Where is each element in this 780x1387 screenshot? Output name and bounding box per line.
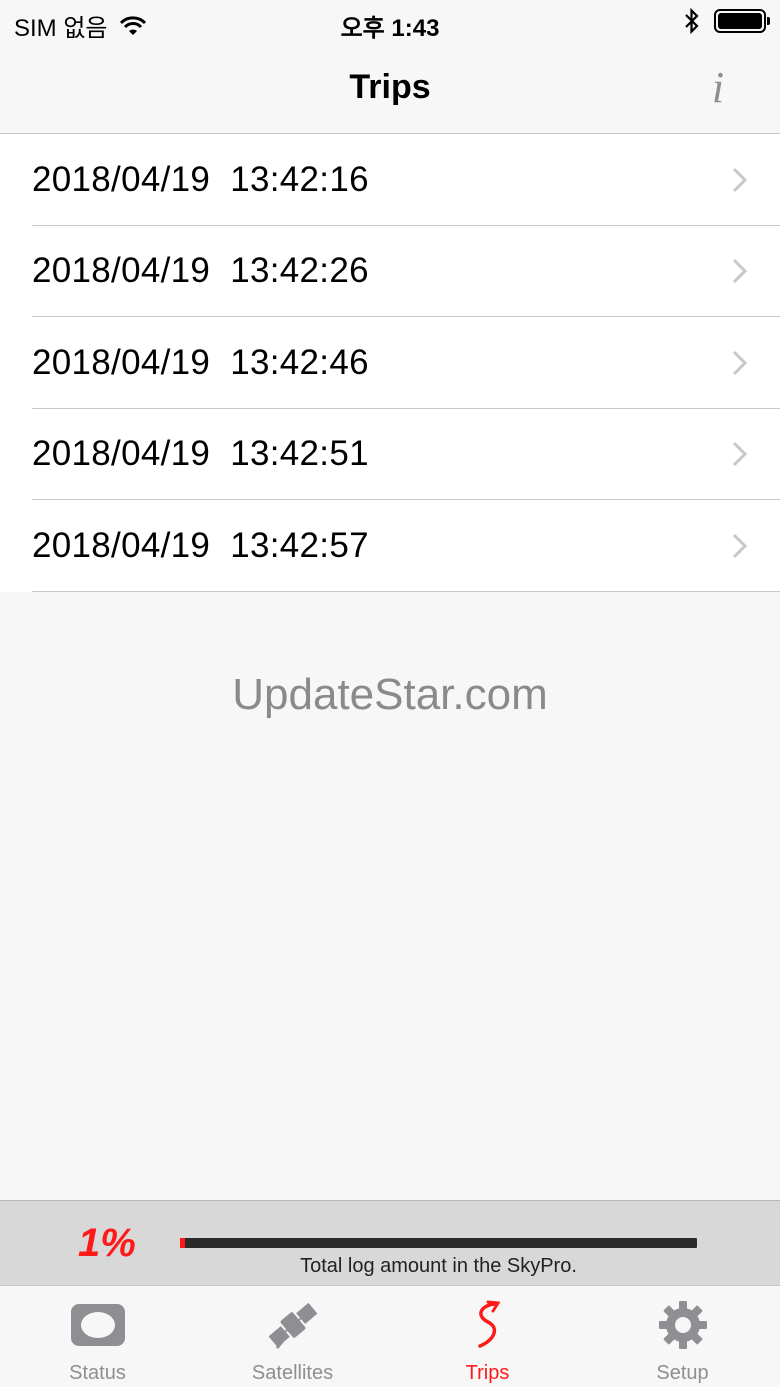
trip-label: 2018/04/19 13:42:16 [32, 159, 369, 199]
gear-icon [658, 1301, 707, 1349]
chevron-right-icon [732, 350, 748, 375]
trip-row[interactable]: 2018/04/19 13:42:46 [0, 317, 780, 409]
tab-label: Trips [465, 1362, 510, 1384]
trip-row[interactable]: 2018/04/19 13:42:51 [0, 409, 780, 501]
trip-row[interactable]: 2018/04/19 13:42:26 [0, 226, 780, 318]
tab-satellites[interactable]: Satellites [195, 1286, 390, 1387]
chevron-right-icon [732, 167, 748, 192]
chevron-right-icon [732, 442, 748, 467]
status-right [684, 8, 770, 34]
status-time: 오후 1:43 [340, 15, 440, 42]
log-panel: 1% Total log amount in the SkyPro. [0, 1200, 780, 1285]
page-title: Trips [349, 68, 431, 106]
trip-label: 2018/04/19 13:42:51 [32, 434, 369, 474]
trip-row[interactable]: 2018/04/19 13:42:16 [0, 134, 780, 226]
tab-bar: Status Satellites Trips Setup [0, 1285, 780, 1387]
tab-label: Status [69, 1362, 126, 1384]
tab-setup[interactable]: Setup [585, 1286, 780, 1387]
tab-status[interactable]: Status [0, 1286, 195, 1387]
bluetooth-icon [685, 8, 699, 34]
trips-icon [477, 1300, 501, 1348]
watermark: UpdateStar.com [232, 670, 548, 719]
status-icon [70, 1304, 125, 1346]
trip-label: 2018/04/19 13:42:26 [32, 251, 369, 291]
status-bar: SIM 없음 오후 1:43 [0, 0, 780, 44]
info-button[interactable]: i [696, 64, 740, 112]
log-progress-fill [180, 1238, 186, 1248]
chevron-right-icon [732, 259, 748, 284]
tab-label: Setup [656, 1362, 709, 1384]
log-percent: 1% [78, 1221, 136, 1265]
trip-label: 2018/04/19 13:42:57 [32, 525, 369, 565]
log-caption: Total log amount in the SkyPro. [300, 1255, 577, 1277]
tab-label: Satellites [251, 1362, 334, 1384]
log-progress-bar [180, 1238, 697, 1248]
trip-row[interactable]: 2018/04/19 13:42:57 [0, 500, 780, 592]
chevron-right-icon [732, 533, 748, 558]
navigation-bar: Trips i [0, 44, 780, 134]
battery-icon [714, 9, 770, 33]
satellite-icon [268, 1302, 317, 1349]
trip-label: 2018/04/19 13:42:46 [32, 342, 369, 382]
tab-trips[interactable]: Trips [390, 1286, 585, 1387]
trip-list: 2018/04/19 13:42:16 2018/04/19 13:42:26 … [0, 134, 780, 592]
